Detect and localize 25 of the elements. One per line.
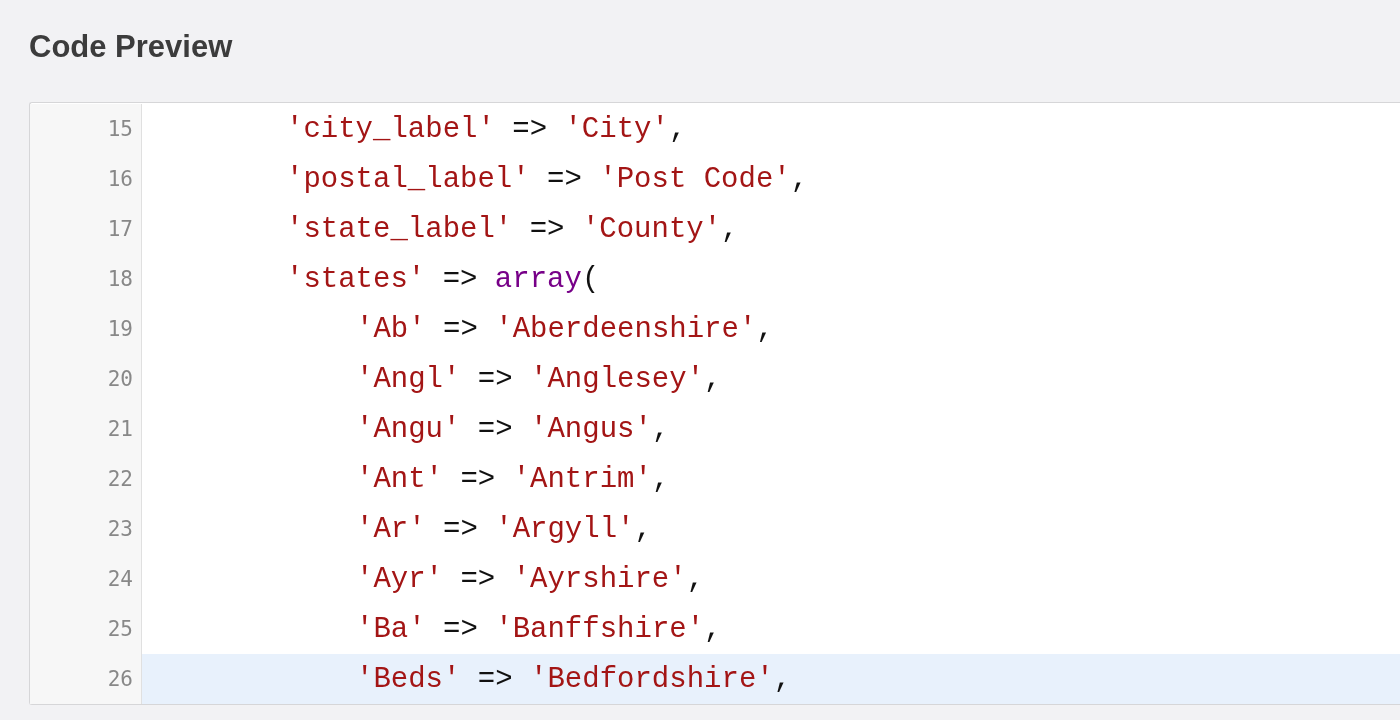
line-number: 23 (107, 517, 133, 541)
code-text: 'city_label' => 'City', (286, 112, 687, 146)
code-text: 'Beds' => 'Bedfordshire', (356, 662, 792, 696)
line-number: 15 (107, 117, 133, 141)
code-text: 'postal_label' => 'Post Code', (286, 162, 809, 196)
page-title: Code Preview (29, 28, 234, 66)
line-number: 25 (107, 617, 133, 641)
code-text: 'Ar' => 'Argyll', (356, 512, 652, 546)
line-number: 26 (107, 667, 133, 691)
code-text: 'state_label' => 'County', (286, 212, 739, 246)
line-number: 20 (107, 367, 133, 391)
line-number: 21 (107, 417, 133, 441)
code-text: 'Ayr' => 'Ayrshire', (356, 562, 705, 596)
line-number: 22 (107, 467, 133, 491)
code-text: 'states' => array( (286, 262, 600, 296)
code-text: 'Angl' => 'Anglesey', (356, 362, 722, 396)
line-number: 16 (107, 167, 133, 191)
line-number: 18 (107, 267, 133, 291)
line-number: 24 (107, 567, 133, 591)
code-text: 'Angu' => 'Angus', (356, 412, 670, 446)
code-text: 'Ab' => 'Aberdeenshire', (356, 312, 774, 346)
code-text: 'Ba' => 'Banffshire', (356, 612, 722, 646)
line-number: 17 (107, 217, 133, 241)
code-text: 'Ant' => 'Antrim', (356, 462, 670, 496)
line-number: 19 (107, 317, 133, 341)
